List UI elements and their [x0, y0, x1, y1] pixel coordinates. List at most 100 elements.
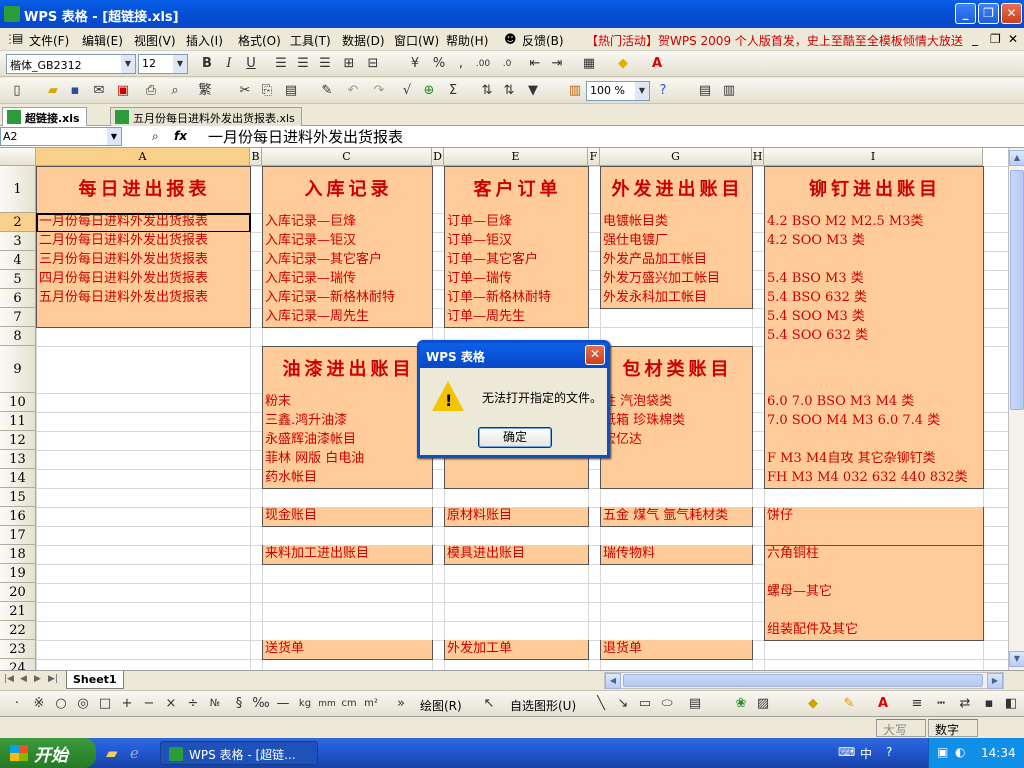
dialog-ok-button[interactable]: 确定 — [478, 427, 552, 448]
decrease-decimal-icon[interactable]: .0 — [498, 55, 516, 73]
empty-cell[interactable] — [764, 526, 984, 546]
autosum-icon[interactable]: Σ — [444, 82, 462, 100]
app-menu-icon[interactable]: ▤ — [12, 31, 23, 45]
empty-cell[interactable] — [764, 346, 984, 394]
zoom-lens-icon[interactable]: ⌕ — [152, 129, 159, 144]
times-symbol-icon[interactable]: × — [162, 695, 180, 713]
picture-icon[interactable]: ▨ — [754, 695, 772, 713]
format-painter-icon[interactable]: ✎ — [318, 82, 336, 100]
link-cell-outsourcing[interactable]: 外发永科加工帐目 — [600, 289, 753, 309]
link-cell-rivet[interactable]: 5.4 BSO 632 类 — [764, 289, 984, 309]
new-icon[interactable]: ▯ — [8, 82, 26, 100]
column-header-b[interactable]: B — [250, 148, 262, 166]
input-method-icon[interactable]: 中 — [860, 745, 872, 762]
decrease-indent-icon[interactable]: ⇤ — [526, 55, 544, 73]
horizontal-scrollbar[interactable]: ◀ ▶ — [604, 672, 1004, 689]
row-header-19[interactable]: 19 — [0, 564, 36, 583]
link-cell-daily-report[interactable]: 五月份每日进料外发出货报表 — [36, 289, 251, 309]
start-button[interactable]: 开始 — [0, 738, 96, 768]
shadow-icon[interactable]: ▪ — [980, 695, 998, 713]
paste-icon[interactable]: ▤ — [282, 82, 300, 100]
row-header-15[interactable]: 15 — [0, 488, 36, 507]
link-cell-row23[interactable]: 送货单 — [262, 640, 433, 660]
link-cell-daily-report[interactable]: 二月份每日进料外发出货报表 — [36, 232, 251, 252]
column-header-g[interactable]: G — [600, 148, 752, 166]
clock[interactable]: 14:34 — [981, 746, 1016, 760]
underline-icon[interactable]: U — [242, 55, 260, 73]
header-outsourcing-accounts[interactable]: 外发进出账目 — [600, 166, 753, 214]
link-cell-order[interactable]: 订单—瑞传 — [444, 270, 589, 290]
merge-cells-icon[interactable]: ⊞ — [340, 55, 358, 73]
volume-icon[interactable]: ◐ — [955, 745, 965, 759]
row-header-24[interactable]: 24 — [0, 659, 36, 670]
link-cell-daily-report[interactable]: 一月份每日进料外发出货报表 — [36, 213, 251, 233]
link-cell-nuts[interactable]: 螺母—其它 — [764, 583, 984, 603]
link-cell-outsourcing[interactable]: 外发产品加工帐目 — [600, 251, 753, 271]
divide-symbol-icon[interactable]: ÷ — [184, 695, 202, 713]
doc-close-button[interactable]: ✕ — [1008, 32, 1018, 46]
plus-symbol-icon[interactable]: + — [118, 695, 136, 713]
row-header-16[interactable]: 16 — [0, 507, 36, 526]
sheet-nav-next-icon[interactable]: ▶ — [34, 674, 41, 684]
font-name-select[interactable]: 楷体_GB2312 ▼ — [6, 54, 136, 74]
header-inbound-records[interactable]: 入库记录 — [262, 166, 433, 214]
link-cell-order[interactable]: 订单—周先生 — [444, 308, 589, 328]
select-all-corner[interactable] — [0, 148, 36, 166]
hyperlink-icon[interactable]: ⊕ — [420, 82, 438, 100]
row-header-23[interactable]: 23 — [0, 640, 36, 659]
sheet-tab-sheet1[interactable]: Sheet1 — [66, 671, 124, 689]
increase-indent-icon[interactable]: ⇥ — [548, 55, 566, 73]
row-header-1[interactable]: 1 — [0, 166, 36, 213]
row-header-22[interactable]: 22 — [0, 621, 36, 640]
percent-icon[interactable]: % — [430, 55, 448, 73]
header-daily-report[interactable]: 每日进出报表 — [36, 166, 251, 214]
arrow-icon[interactable]: ↘ — [614, 695, 632, 713]
menu-insert[interactable]: 插入(I) — [186, 32, 223, 49]
link-cell-row18[interactable]: 模具进出账目 — [444, 545, 589, 565]
vertical-scroll-thumb[interactable] — [1010, 170, 1024, 410]
cut-icon[interactable]: ✂ — [236, 82, 254, 100]
link-cell-daily-report[interactable]: 三月份每日进料外发出货报表 — [36, 251, 251, 271]
bullet-icon[interactable]: · — [8, 695, 26, 713]
mm-symbol-icon[interactable]: mm — [318, 695, 336, 713]
align-center-icon[interactable]: ☰ — [294, 55, 312, 73]
sort-ascending-icon[interactable]: ⇅ — [478, 82, 496, 100]
link-cell-order[interactable]: 订单—其它客户 — [444, 251, 589, 271]
bold-icon[interactable]: B — [198, 55, 216, 73]
link-cell-inbound[interactable]: 入库记录—瑞传 — [262, 270, 433, 290]
link-cell-order[interactable]: 订单—新格林耐特 — [444, 289, 589, 309]
circle-symbol-icon[interactable]: ○ — [52, 695, 70, 713]
window-layout-icon[interactable]: ▥ — [720, 82, 738, 100]
filter-icon[interactable]: ▼ — [524, 82, 542, 100]
link-cell-rivet[interactable]: 5.4 SOO M3 类 — [764, 308, 984, 328]
link-cell-paint[interactable]: 药水帐目 — [262, 469, 433, 489]
minus-symbol-icon[interactable]: − — [140, 695, 158, 713]
chart-icon[interactable]: ▥ — [566, 82, 584, 100]
print-icon[interactable]: ⎙ — [142, 82, 160, 100]
link-cell-inbound[interactable]: 入库记录—其它客户 — [262, 251, 433, 271]
header-customer-orders[interactable]: 客户订单 — [444, 166, 589, 214]
more-symbols-icon[interactable]: » — [392, 695, 410, 713]
reference-mark-icon[interactable]: ※ — [30, 695, 48, 713]
font-size-select[interactable]: 12 ▼ — [138, 54, 188, 74]
link-cell-row16[interactable]: 饼仔 — [764, 507, 984, 527]
column-header-d[interactable]: D — [432, 148, 444, 166]
row-header-14[interactable]: 14 — [0, 469, 36, 488]
kg-symbol-icon[interactable]: kg — [296, 695, 314, 713]
keyboard-icon[interactable]: ⌨ — [838, 745, 855, 759]
save-icon[interactable]: ▪ — [66, 82, 84, 100]
align-left-icon[interactable]: ☰ — [272, 55, 290, 73]
task-pane-icon[interactable]: ▤ — [696, 82, 714, 100]
scroll-down-icon[interactable]: ▼ — [1009, 651, 1024, 667]
row-header-21[interactable]: 21 — [0, 602, 36, 621]
dialog-close-button[interactable]: ✕ — [585, 345, 605, 365]
fill-bucket-icon[interactable]: ◆ — [804, 695, 822, 713]
sheet-nav-last-icon[interactable]: ▶| — [48, 674, 58, 684]
line-color-icon[interactable]: ✎ — [840, 695, 858, 713]
3d-icon[interactable]: ◧ — [1002, 695, 1020, 713]
link-cell-row23[interactable]: 退货单 — [600, 640, 753, 660]
doc-minimize-button[interactable]: _ — [972, 32, 978, 46]
link-cell-rivet[interactable]: 7.0 SOO M4 M3 6.0 7.4 类 — [764, 412, 984, 432]
scroll-up-icon[interactable]: ▲ — [1009, 150, 1024, 166]
link-cell-row18[interactable]: 来料加工进出账目 — [262, 545, 433, 565]
